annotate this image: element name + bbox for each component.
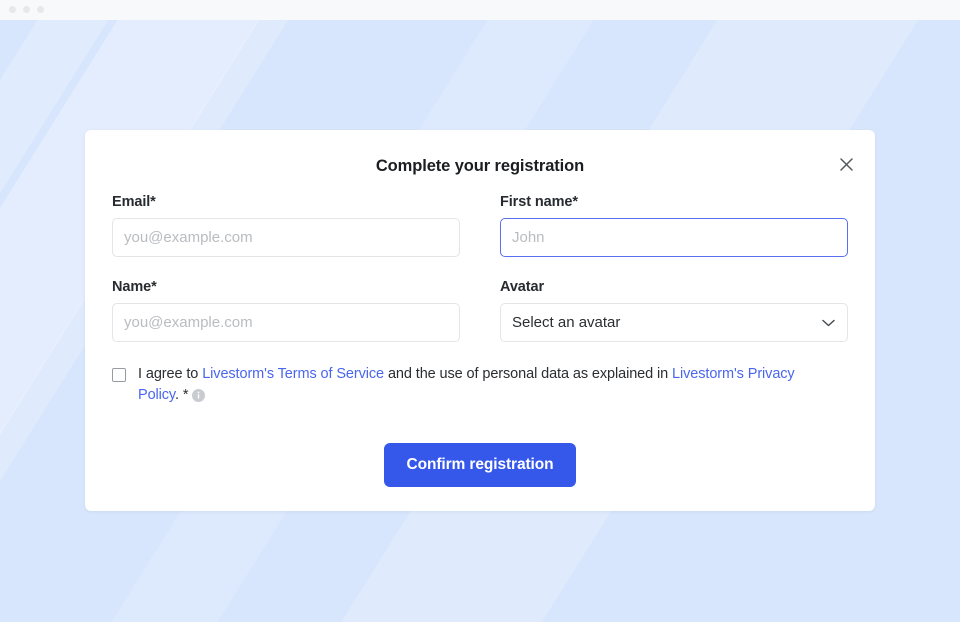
field-avatar: Avatar Select an avatar [500, 279, 848, 342]
field-name: Name* [112, 279, 460, 342]
consent-text-part-2: and the use of personal data as explaine… [384, 366, 673, 382]
consent-text: I agree to Livestorm's Terms of Service … [138, 364, 812, 409]
consent-text-part-3: . * [175, 387, 189, 403]
form-row-2: Name* Avatar Select an avatar [112, 279, 848, 342]
info-icon-wrapper[interactable] [192, 388, 206, 409]
form-row-1: Email* First name* [112, 194, 848, 257]
window-controls [9, 6, 44, 13]
close-button[interactable] [833, 151, 859, 177]
name-input[interactable] [112, 303, 460, 342]
window-minimize-dot-icon[interactable] [23, 6, 30, 13]
name-label: Name* [112, 279, 157, 295]
confirm-registration-button[interactable]: Confirm registration [383, 443, 577, 487]
email-label: Email* [112, 194, 156, 210]
terms-of-service-link[interactable]: Livestorm's Terms of Service [202, 366, 384, 382]
window-close-dot-icon[interactable] [9, 6, 16, 13]
avatar-label: Avatar [500, 279, 544, 295]
window-maximize-dot-icon[interactable] [37, 6, 44, 13]
page-root: Complete your registration Email* First … [0, 0, 960, 622]
field-email: Email* [112, 194, 460, 257]
close-icon [839, 157, 853, 171]
first-name-label: First name* [500, 194, 578, 210]
field-first-name: First name* [500, 194, 848, 257]
modal-title: Complete your registration [375, 157, 585, 175]
avatar-select-wrapper: Select an avatar [500, 303, 848, 342]
first-name-input[interactable] [500, 218, 848, 257]
submit-row: Confirm registration [85, 443, 875, 487]
consent-text-part-1: I agree to [138, 366, 203, 382]
browser-titlebar [0, 0, 960, 20]
consent-row: I agree to Livestorm's Terms of Service … [112, 364, 812, 409]
email-input[interactable] [112, 218, 460, 257]
consent-checkbox[interactable] [112, 368, 126, 382]
registration-form: Email* First name* Name* Avatar Select a… [112, 194, 848, 409]
avatar-select[interactable]: Select an avatar [500, 303, 848, 342]
registration-modal: Complete your registration Email* First … [85, 130, 875, 511]
info-icon [192, 389, 206, 402]
